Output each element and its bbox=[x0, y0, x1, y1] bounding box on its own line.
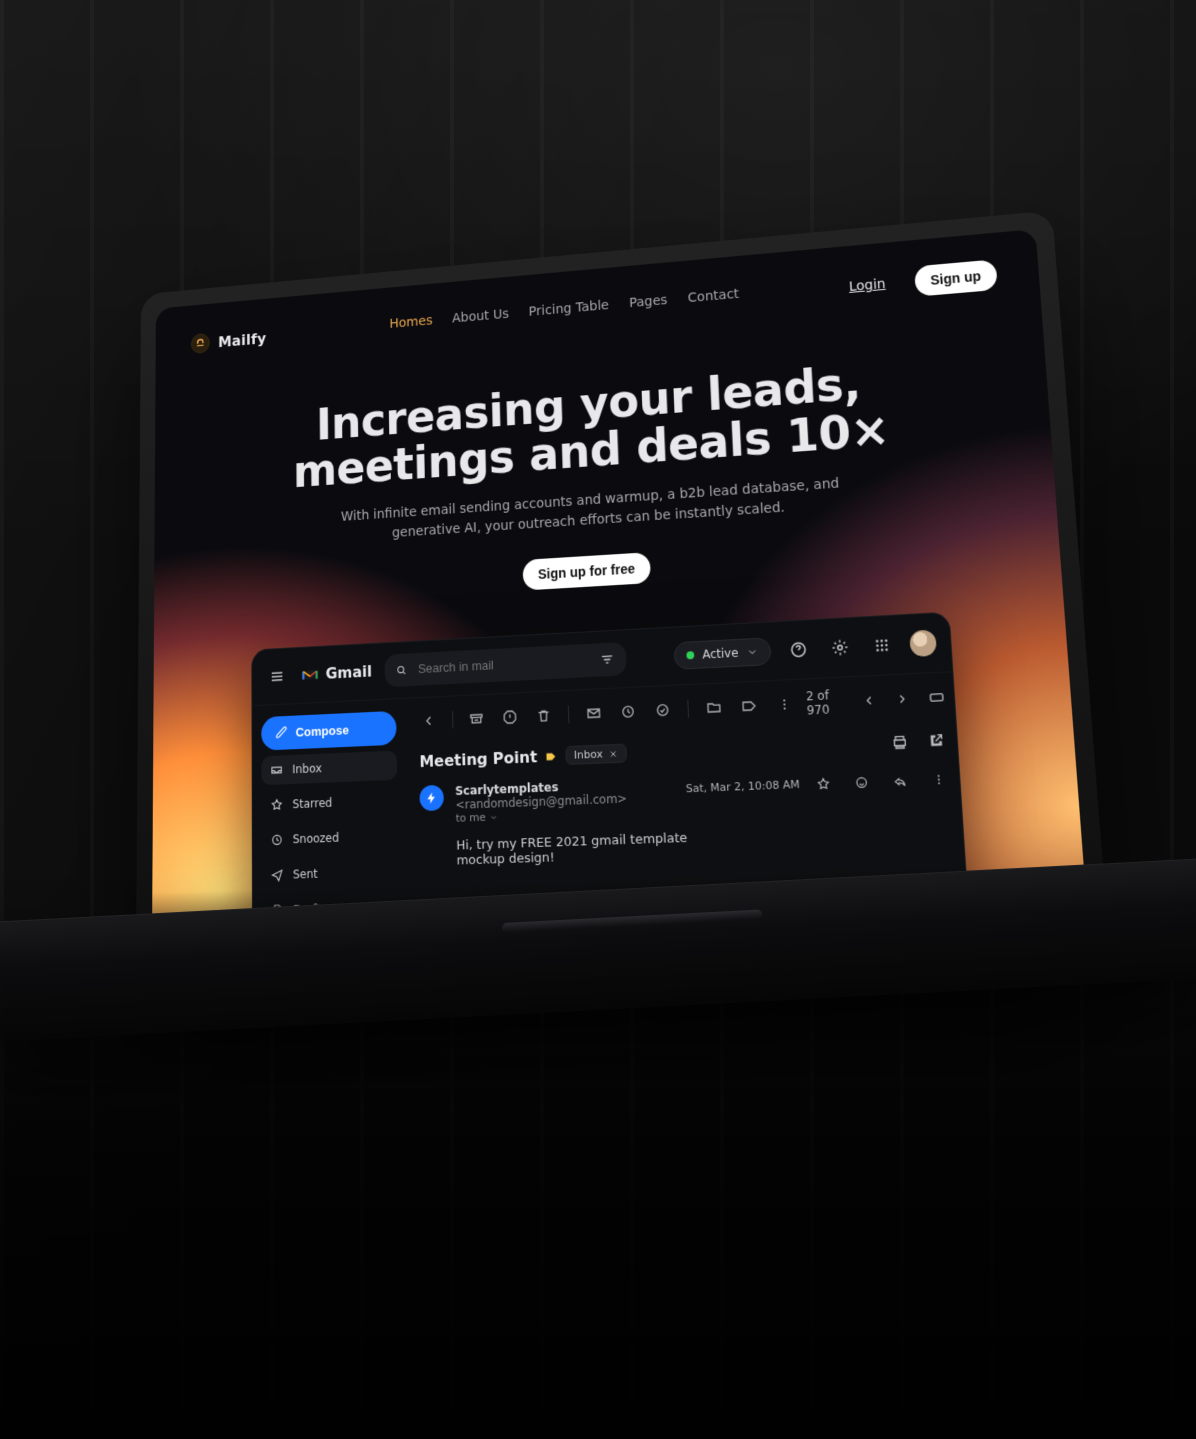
toolbar-group-3 bbox=[700, 690, 799, 723]
recipient-text: to me bbox=[456, 811, 486, 825]
menu-icon[interactable] bbox=[265, 662, 290, 690]
nav-link-homes[interactable]: Homes bbox=[389, 313, 432, 331]
inbox-icon bbox=[271, 763, 284, 777]
archive-icon[interactable] bbox=[464, 704, 491, 732]
star-icon bbox=[271, 798, 284, 812]
brand-logo-icon bbox=[191, 333, 210, 354]
sidebar-item-inbox[interactable]: Inbox bbox=[262, 750, 398, 785]
chevron-down-icon bbox=[489, 812, 499, 822]
sidebar-item-label: Sent bbox=[293, 867, 318, 882]
move-icon[interactable] bbox=[700, 693, 728, 722]
stage: Mailfy Homes About Us Pricing Table Page… bbox=[0, 0, 1196, 1439]
login-link[interactable]: Login bbox=[848, 277, 885, 295]
gmail-logo-icon bbox=[302, 668, 318, 682]
close-icon[interactable] bbox=[608, 749, 618, 759]
sidebar-item-label: Snoozed bbox=[293, 831, 340, 846]
message-from-block: Scarlytemplates <randomdesign@gmail.com>… bbox=[455, 775, 677, 824]
message-body-line1: Hi, try my FREE 2021 gmail template bbox=[456, 831, 687, 854]
label-chip-text: Inbox bbox=[574, 748, 603, 762]
more-vert-icon[interactable] bbox=[924, 764, 955, 794]
status-label: Active bbox=[702, 646, 739, 662]
signup-button[interactable]: Sign up bbox=[914, 259, 998, 296]
sidebar-item-label: Starred bbox=[292, 796, 332, 811]
search-icon bbox=[395, 662, 407, 678]
open-new-icon[interactable] bbox=[921, 725, 951, 755]
status-dot-icon bbox=[687, 651, 695, 659]
nav-link-pages[interactable]: Pages bbox=[629, 293, 668, 311]
thread-title: Meeting Point bbox=[419, 748, 537, 772]
star-outline-icon[interactable] bbox=[809, 769, 839, 799]
keyboard-icon[interactable] bbox=[924, 682, 949, 712]
more-icon[interactable] bbox=[770, 690, 799, 719]
toolbar-group-1 bbox=[464, 701, 558, 733]
filters-icon[interactable] bbox=[599, 650, 615, 668]
message-body-line2: mockup design! bbox=[456, 850, 554, 868]
apps-icon[interactable] bbox=[867, 630, 897, 660]
brand[interactable]: Mailfy bbox=[191, 328, 266, 354]
message-date: Sat, Mar 2, 10:08 AM bbox=[686, 778, 800, 796]
clock-icon bbox=[271, 833, 284, 847]
toolbar-separator bbox=[688, 700, 690, 718]
website-root: Mailfy Homes About Us Pricing Table Page… bbox=[152, 229, 1091, 980]
label-icon[interactable] bbox=[735, 691, 764, 720]
avatar[interactable] bbox=[909, 629, 937, 657]
label-chip[interactable]: Inbox bbox=[565, 744, 627, 765]
cta-signup-free[interactable]: Sign up for free bbox=[523, 552, 651, 590]
site-nav: Mailfy Homes About Us Pricing Table Page… bbox=[191, 259, 998, 358]
brand-name: Mailfy bbox=[218, 329, 266, 350]
sidebar-item-starred[interactable]: Starred bbox=[262, 785, 398, 819]
task-icon[interactable] bbox=[649, 695, 677, 724]
emoji-icon[interactable] bbox=[847, 767, 877, 797]
status-pill[interactable]: Active bbox=[674, 637, 771, 670]
sender-avatar bbox=[420, 785, 445, 811]
chevron-down-icon bbox=[746, 646, 758, 658]
reply-icon[interactable] bbox=[885, 766, 915, 796]
toolbar-separator bbox=[452, 711, 453, 729]
sidebar-item-sent[interactable]: Sent bbox=[262, 856, 399, 890]
nav-links: Homes About Us Pricing Table Pages Conta… bbox=[389, 287, 739, 332]
next-icon[interactable] bbox=[890, 684, 915, 713]
prev-icon[interactable] bbox=[857, 686, 882, 715]
message-body: Hi, try my FREE 2021 gmail template mock… bbox=[456, 821, 958, 868]
toolbar-separator bbox=[568, 705, 569, 723]
settings-icon[interactable] bbox=[825, 633, 854, 662]
help-icon[interactable] bbox=[784, 635, 813, 664]
sidebar-item-label: Inbox bbox=[292, 761, 322, 776]
snooze-icon[interactable] bbox=[614, 697, 642, 726]
nav-link-pricing[interactable]: Pricing Table bbox=[529, 298, 610, 320]
message-row: Scarlytemplates <randomdesign@gmail.com>… bbox=[420, 764, 958, 869]
toolbar-right: 2 of 970 bbox=[806, 682, 949, 717]
sidebar-item-snoozed[interactable]: Snoozed bbox=[262, 821, 399, 855]
back-icon[interactable] bbox=[418, 707, 441, 735]
gmail-brand-label: Gmail bbox=[325, 662, 372, 683]
compose-label: Compose bbox=[296, 722, 349, 739]
laptop-bezel: Mailfy Homes About Us Pricing Table Page… bbox=[152, 229, 1091, 980]
pencil-icon bbox=[276, 726, 289, 740]
send-icon bbox=[271, 868, 284, 882]
gmail-brand[interactable]: Gmail bbox=[302, 662, 372, 684]
print-icon[interactable] bbox=[885, 727, 915, 757]
nav-spacer bbox=[760, 289, 828, 295]
gmail-search-input[interactable] bbox=[416, 652, 590, 677]
message-meta: Sat, Mar 2, 10:08 AM bbox=[685, 764, 954, 803]
nav-link-contact[interactable]: Contact bbox=[688, 287, 740, 306]
bolt-icon bbox=[425, 791, 438, 805]
mark-unread-icon[interactable] bbox=[580, 699, 608, 728]
toolbar-group-2 bbox=[580, 695, 677, 727]
gmail-search[interactable] bbox=[384, 642, 626, 687]
delete-icon[interactable] bbox=[531, 701, 558, 730]
pager-text: 2 of 970 bbox=[806, 687, 849, 717]
compose-button[interactable]: Compose bbox=[262, 711, 397, 751]
spam-icon[interactable] bbox=[497, 703, 524, 732]
hero: Increasing your leads, meetings and deal… bbox=[190, 349, 1017, 610]
important-icon[interactable] bbox=[544, 749, 558, 763]
nav-link-about[interactable]: About Us bbox=[452, 307, 509, 326]
